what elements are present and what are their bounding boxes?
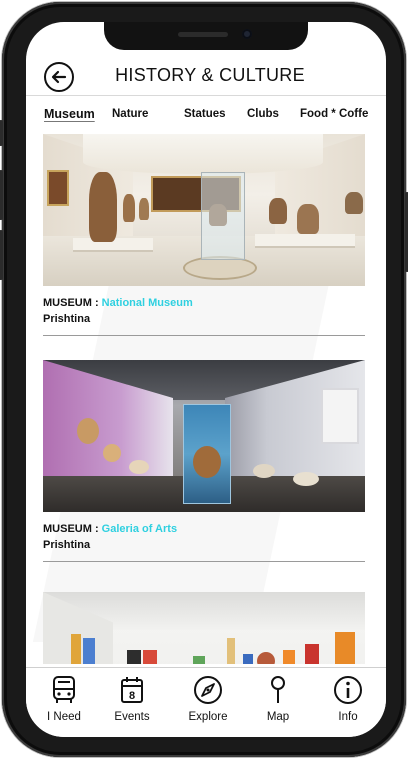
tab-clubs[interactable]: Clubs: [247, 108, 279, 120]
place-city: Prishtina: [43, 539, 91, 551]
place-info: MUSEUM : Galeria of Arts Prishtina: [43, 521, 365, 553]
nav-label: Explore: [188, 711, 228, 723]
place-category: MUSEUM :: [43, 297, 102, 309]
card-divider: [43, 335, 365, 336]
nav-i-need[interactable]: I Need: [34, 674, 94, 723]
tab-museum[interactable]: Museum: [44, 107, 95, 121]
place-photo[interactable]: [43, 592, 365, 664]
compass-icon: [194, 676, 222, 704]
calendar-icon: 8: [121, 677, 143, 703]
nav-label: Info: [338, 711, 358, 723]
map-pin-icon: [271, 676, 285, 703]
bottom-navigation: I Need 8 Events Explore Map Info: [26, 667, 386, 737]
nav-explore[interactable]: Explore: [178, 674, 238, 723]
speaker-grille: [178, 32, 228, 37]
place-name-link[interactable]: Galeria of Arts: [102, 523, 177, 535]
nav-info[interactable]: Info: [318, 674, 378, 723]
nav-label: Map: [266, 711, 290, 723]
volume-down-button: [0, 230, 3, 280]
place-category: MUSEUM :: [43, 523, 102, 535]
place-photo[interactable]: [43, 360, 365, 512]
calendar-day-number: 8: [129, 690, 135, 702]
phone-frame: HISTORY & CULTURE Museum Nature Statues …: [0, 2, 408, 757]
app-screen: HISTORY & CULTURE Museum Nature Statues …: [26, 22, 386, 737]
places-feed[interactable]: MUSEUM : National Museum Prishtina MUSEU…: [26, 134, 386, 664]
place-card[interactable]: MUSEUM : National Museum Prishtina: [43, 134, 365, 336]
card-divider: [43, 561, 365, 562]
tab-food-coffe[interactable]: Food * Coffe: [300, 108, 368, 120]
bus-icon: [53, 676, 75, 703]
tab-statues[interactable]: Statues: [184, 108, 226, 120]
nav-label: Events: [114, 711, 150, 723]
page-title: HISTORY & CULTURE: [115, 65, 305, 85]
info-icon: [334, 676, 362, 704]
mute-switch: [0, 120, 3, 146]
front-camera: [242, 29, 252, 39]
place-name-link[interactable]: National Museum: [102, 297, 193, 309]
place-city: Prishtina: [43, 313, 91, 325]
app-header: HISTORY & CULTURE: [26, 56, 386, 96]
tab-nature[interactable]: Nature: [112, 108, 148, 120]
nav-label: I Need: [47, 711, 81, 723]
nav-map[interactable]: Map: [248, 674, 308, 723]
place-card[interactable]: [43, 592, 365, 664]
notch: [104, 22, 308, 50]
place-photo[interactable]: [43, 134, 365, 286]
category-tabs: Museum Nature Statues Clubs Food * Coffe: [26, 102, 386, 126]
volume-up-button: [0, 170, 3, 220]
nav-events[interactable]: 8 Events: [102, 674, 162, 723]
place-card[interactable]: MUSEUM : Galeria of Arts Prishtina: [43, 360, 365, 562]
place-info: MUSEUM : National Museum Prishtina: [43, 295, 365, 327]
